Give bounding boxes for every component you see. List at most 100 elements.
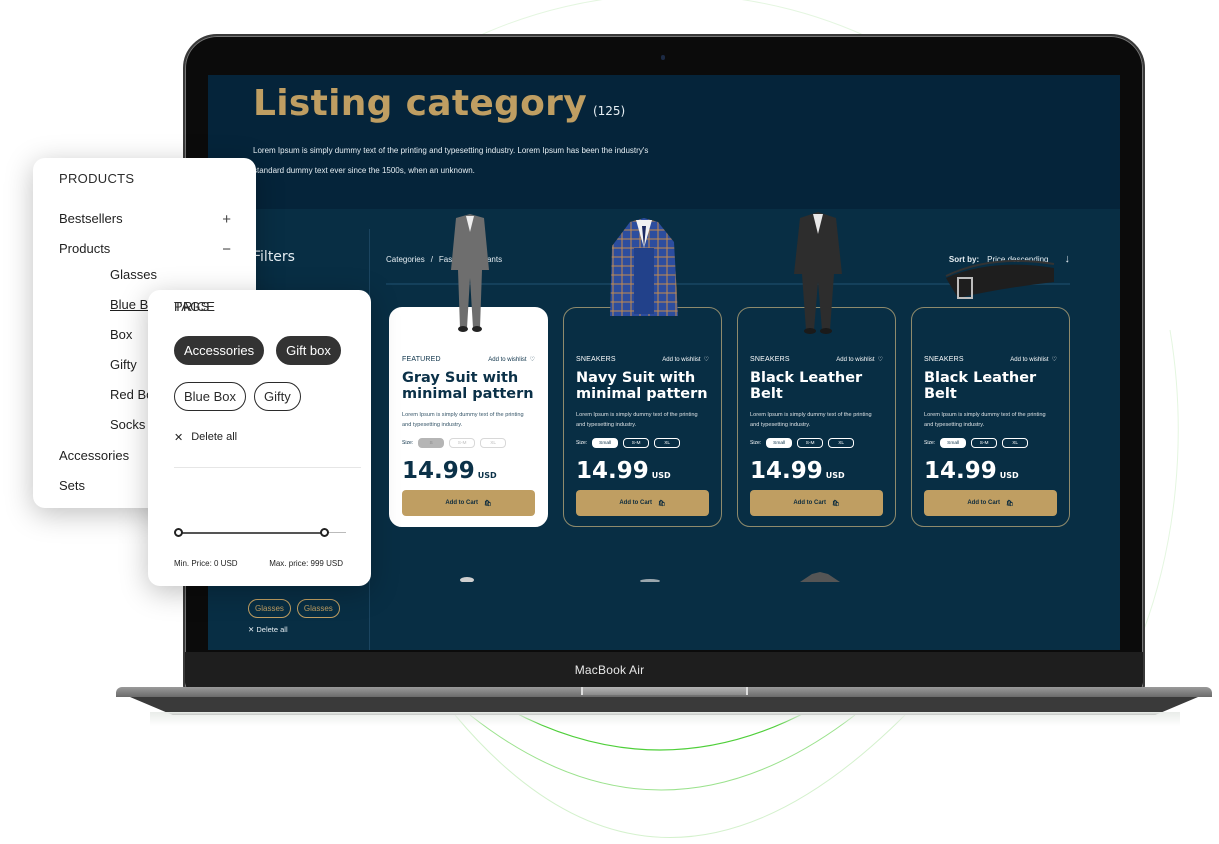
product-title[interactable]: Black Leather Belt <box>750 370 895 402</box>
page-title-text: Listing category <box>253 83 587 124</box>
size-option[interactable]: XL <box>480 438 507 448</box>
tags-price-panel: TAGS Accessories Gift box Blue Box Gifty… <box>148 290 371 586</box>
delete-all-tags-button[interactable]: ✕ Delete all <box>174 431 237 444</box>
delete-all-filters-button[interactable]: ✕ Delete all <box>248 625 288 634</box>
subcategory-box[interactable]: Box <box>110 327 132 342</box>
add-to-wishlist-button[interactable]: Add to wishlist ♡ <box>1010 356 1057 364</box>
size-label: Size: <box>750 440 762 446</box>
price-heading: PRICE <box>174 299 216 314</box>
product-image-peek <box>460 577 474 582</box>
size-option[interactable]: S <box>418 438 445 448</box>
products-heading: PRODUCTS <box>59 171 135 186</box>
tag-chip-selected[interactable]: Gift box <box>276 336 341 365</box>
size-selector: Size: Small S-M XL <box>576 438 681 448</box>
shopping-bag-icon: 🛍︎ <box>484 500 492 507</box>
product-image[interactable] <box>390 208 549 338</box>
plus-icon[interactable]: + <box>222 211 231 228</box>
add-to-wishlist-button[interactable]: Add to wishlist ♡ <box>662 356 709 364</box>
price-value: 14.99 <box>924 458 997 484</box>
price-currency: USD <box>825 471 845 480</box>
product-tag: SNEAKERS <box>576 356 616 363</box>
price-currency: USD <box>651 471 671 480</box>
add-to-cart-label: Add to Cart <box>793 500 827 506</box>
tag-chip[interactable]: Gifty <box>254 382 301 411</box>
category-label: Products <box>59 241 111 256</box>
tag-chip[interactable]: Blue Box <box>174 382 247 411</box>
wishlist-label: Add to wishlist <box>1010 356 1049 363</box>
category-bestsellers[interactable]: Bestsellers + <box>59 211 231 228</box>
filter-chip[interactable]: Glasses <box>248 599 291 618</box>
product-title[interactable]: Navy Suit with minimal pattern <box>576 370 721 402</box>
size-option[interactable]: XL <box>1002 438 1029 448</box>
price-currency: USD <box>999 471 1019 480</box>
filter-chip[interactable]: Glasses <box>296 599 340 618</box>
size-option[interactable]: XL <box>828 438 855 448</box>
size-option[interactable]: Small <box>766 438 793 448</box>
size-option[interactable]: S-M <box>971 438 998 448</box>
product-price: 14.99 USD <box>402 458 497 484</box>
add-to-cart-label: Add to Cart <box>619 500 653 506</box>
product-description: Lorem Ipsum is simply dummy text of the … <box>576 412 698 428</box>
size-label: Size: <box>402 440 414 446</box>
price-value: 14.99 <box>750 458 823 484</box>
product-price: 14.99 USD <box>924 458 1019 484</box>
delete-all-label: Delete all <box>191 431 238 443</box>
product-title[interactable]: Gray Suit with minimal pattern <box>402 370 547 402</box>
card-meta: SNEAKERS Add to wishlist ♡ <box>924 356 1057 363</box>
item-count: (125) <box>592 104 626 118</box>
size-option[interactable]: S-M <box>623 438 650 448</box>
device-label: MacBook Air <box>574 663 645 677</box>
tag-chip-selected[interactable]: Accessories <box>174 336 265 365</box>
price-range-slider[interactable] <box>174 528 346 538</box>
minus-icon[interactable]: − <box>222 241 231 258</box>
product-card[interactable]: SNEAKERS Add to wishlist ♡ Black Leather … <box>911 259 1070 527</box>
slider-min-handle[interactable] <box>174 528 183 537</box>
product-image[interactable] <box>738 208 897 338</box>
subcategory-glasses[interactable]: Glasses <box>110 267 157 282</box>
size-option[interactable]: S-M <box>449 438 476 448</box>
price-value: 14.99 <box>576 458 649 484</box>
heart-icon: ♡ <box>529 357 535 363</box>
add-to-wishlist-button[interactable]: Add to wishlist ♡ <box>836 356 883 364</box>
slider-max-handle[interactable] <box>320 528 330 537</box>
size-option[interactable]: Small <box>592 438 619 448</box>
category-label: Bestsellers <box>59 211 123 226</box>
product-card[interactable]: SNEAKERS Add to wishlist ♡ Navy Suit with… <box>563 218 722 527</box>
shopping-bag-icon: 🛍︎ <box>1006 500 1014 507</box>
add-to-wishlist-button[interactable]: Add to wishlist ♡ <box>488 356 535 364</box>
product-description: Lorem Ipsum is simply dummy text of the … <box>924 412 1046 428</box>
add-to-cart-button[interactable]: Add to Cart 🛍︎ <box>576 490 709 516</box>
stage: Listing category (125) Lorem Ipsum is sim… <box>0 0 1219 844</box>
active-filter-chips: Glasses Glasses <box>248 599 340 618</box>
product-title[interactable]: Black Leather Belt <box>924 370 1069 402</box>
slider-fill <box>178 532 325 534</box>
card-meta: FEATURED Add to wishlist ♡ <box>402 356 535 363</box>
second-row-peek <box>460 572 840 582</box>
size-selector: Size: S S-M XL <box>402 438 507 448</box>
product-price: 14.99 USD <box>576 458 671 484</box>
product-card[interactable]: FEATURED Add to wishlist ♡ Gray Suit with… <box>389 214 548 527</box>
size-option[interactable]: XL <box>654 438 681 448</box>
max-price-label: Max. price: 999 USD <box>269 559 343 568</box>
subcategory-socks[interactable]: Socks <box>110 417 145 432</box>
card-meta: SNEAKERS Add to wishlist ♡ <box>750 356 883 363</box>
size-option[interactable]: Small <box>940 438 967 448</box>
category-products[interactable]: Products − <box>59 241 231 258</box>
size-label: Size: <box>924 440 936 446</box>
product-description: Lorem Ipsum is simply dummy text of the … <box>402 412 524 428</box>
product-card[interactable]: SNEAKERS Add to wishlist ♡ Black Leather … <box>737 212 896 527</box>
product-description: Lorem Ipsum is simply dummy text of the … <box>750 412 872 428</box>
subcategory-gifty[interactable]: Gifty <box>110 357 137 372</box>
page-description: Lorem Ipsum is simply dummy text of the … <box>253 146 649 175</box>
selected-tags: Accessories Gift box <box>174 336 341 365</box>
add-to-cart-label: Add to Cart <box>967 500 1001 506</box>
size-option[interactable]: S-M <box>797 438 824 448</box>
product-tag: SNEAKERS <box>750 356 790 363</box>
add-to-cart-button[interactable]: Add to Cart 🛍︎ <box>750 490 883 516</box>
size-label: Size: <box>576 440 588 446</box>
product-image[interactable] <box>912 208 1071 338</box>
add-to-cart-button[interactable]: Add to Cart 🛍︎ <box>924 490 1057 516</box>
product-image[interactable] <box>564 208 723 338</box>
add-to-cart-button[interactable]: Add to Cart 🛍︎ <box>402 490 535 516</box>
camera-icon <box>661 55 665 60</box>
